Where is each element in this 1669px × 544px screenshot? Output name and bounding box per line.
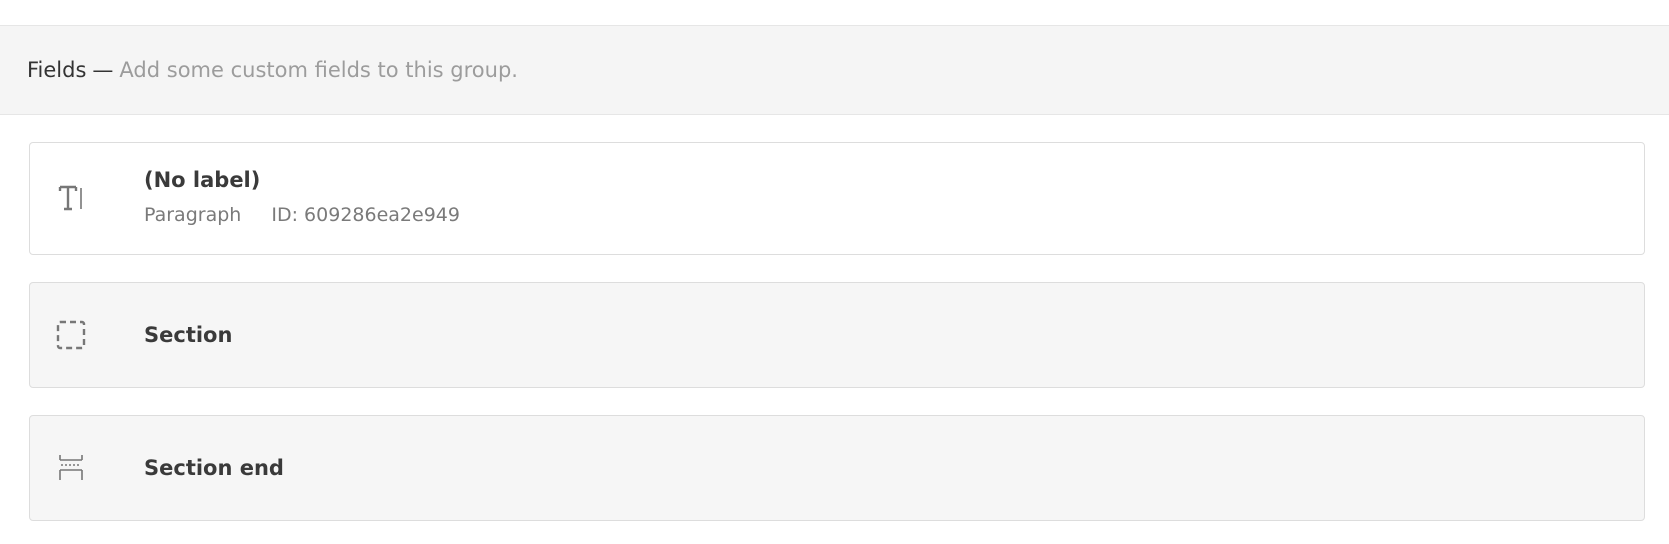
field-text: Section [144,283,232,387]
field-label: Section end [144,456,284,480]
field-id: ID: 609286ea2e949 [271,204,460,226]
page: Fields — Add some custom fields to this … [0,0,1669,544]
fields-separator: — [92,58,114,82]
field-text: Section end [144,416,284,520]
field-text: (No label) Paragraph ID: 609286ea2e949 [144,168,460,226]
dashed-square-icon [54,318,88,352]
field-label: (No label) [144,168,261,192]
section-end-icon [54,451,88,485]
field-type: Paragraph [144,204,242,226]
field-meta: Paragraph ID: 609286ea2e949 [144,204,460,226]
fields-header: Fields — Add some custom fields to this … [0,25,1669,115]
fields-description: Add some custom fields to this group. [119,58,518,82]
field-label: Section [144,323,233,347]
field-card-section-end[interactable]: Section end [29,415,1645,521]
text-cursor-icon [54,181,88,215]
field-card-paragraph[interactable]: (No label) Paragraph ID: 609286ea2e949 [29,142,1645,255]
field-card-section[interactable]: Section [29,282,1645,388]
field-list: (No label) Paragraph ID: 609286ea2e949 S… [29,142,1645,544]
fields-title: Fields [27,58,87,82]
